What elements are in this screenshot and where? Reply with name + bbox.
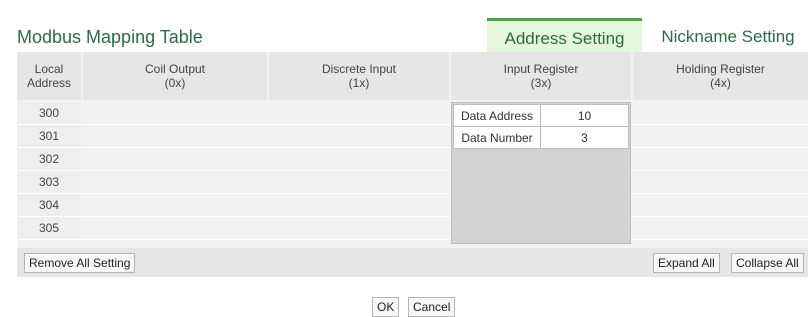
header-holding-register: Holding Register (4x) — [633, 52, 808, 100]
table-footer-bar: Remove All Setting Expand All Collapse A… — [17, 248, 808, 277]
discrete-input-cell[interactable] — [269, 194, 449, 216]
header-input-line1: Input Register — [503, 62, 579, 76]
header-local-line1: Local — [34, 62, 64, 76]
header-coil-line2: (0x) — [164, 76, 186, 90]
coil-output-cell[interactable] — [83, 125, 267, 147]
input-register-block[interactable]: Data Address 10 Data Number 3 — [451, 102, 631, 244]
data-address-value[interactable]: 10 — [540, 104, 629, 127]
header-holding-line1: Holding Register — [676, 62, 765, 76]
modbus-mapping-table: Local Address Coil Output (0x) Discrete … — [17, 52, 808, 277]
holding-register-cell[interactable] — [633, 194, 808, 216]
header-input-register: Input Register (3x) — [451, 52, 631, 100]
data-address-row: Data Address 10 — [453, 104, 629, 127]
tab-nickname-setting[interactable]: Nickname Setting — [648, 18, 808, 52]
ok-button[interactable]: OK — [372, 297, 400, 317]
collapse-all-button[interactable]: Collapse All — [731, 253, 804, 273]
coil-output-cell[interactable] — [83, 171, 267, 193]
holding-register-cell[interactable] — [633, 102, 808, 124]
table-row: 300 — [17, 102, 808, 125]
header-discrete-input: Discrete Input (1x) — [269, 52, 449, 100]
holding-register-cell[interactable] — [633, 148, 808, 170]
local-address-cell: 305 — [17, 217, 81, 239]
local-address-cell: 304 — [17, 194, 81, 216]
expand-all-button[interactable]: Expand All — [653, 253, 720, 273]
discrete-input-cell[interactable] — [269, 171, 449, 193]
header-coil-output: Coil Output (0x) — [83, 52, 267, 100]
header-coil-line1: Coil Output — [144, 62, 206, 76]
local-address-cell: 303 — [17, 171, 81, 193]
header-local-address: Local Address — [17, 52, 81, 100]
discrete-input-cell[interactable] — [269, 125, 449, 147]
header-local-line2: Address — [26, 76, 72, 90]
header-discrete-line2: (1x) — [348, 76, 370, 90]
holding-register-cell[interactable] — [633, 217, 808, 239]
tab-address-setting[interactable]: Address Setting — [487, 18, 642, 52]
data-address-label: Data Address — [453, 104, 541, 127]
cancel-button[interactable]: Cancel — [408, 297, 456, 317]
data-number-row: Data Number 3 — [453, 126, 629, 149]
header-input-line2: (3x) — [530, 76, 552, 90]
table-row: 304 — [17, 194, 808, 217]
holding-register-cell[interactable] — [633, 171, 808, 193]
data-number-label: Data Number — [453, 126, 541, 149]
table-row: 303 — [17, 171, 808, 194]
remove-all-setting-button[interactable]: Remove All Setting — [24, 253, 136, 273]
local-address-cell: 300 — [17, 102, 81, 124]
table-row: 302 — [17, 148, 808, 171]
discrete-input-cell[interactable] — [269, 148, 449, 170]
page-title: Modbus Mapping Table — [17, 27, 203, 47]
coil-output-cell[interactable] — [83, 194, 267, 216]
local-address-cell: 301 — [17, 125, 81, 147]
data-number-value[interactable]: 3 — [540, 126, 629, 149]
coil-output-cell[interactable] — [83, 102, 267, 124]
input-register-settings: Data Address 10 Data Number 3 — [453, 104, 629, 149]
table-row: 301 — [17, 125, 808, 148]
header-discrete-line1: Discrete Input — [321, 62, 397, 76]
discrete-input-cell[interactable] — [269, 217, 449, 239]
local-address-cell: 302 — [17, 148, 81, 170]
header-holding-line2: (4x) — [710, 76, 731, 90]
discrete-input-cell[interactable] — [269, 102, 449, 124]
holding-register-cell[interactable] — [633, 125, 808, 147]
address-rows: 300 301 302 303 304 305 — [17, 102, 808, 240]
table-row: 305 — [17, 217, 808, 240]
coil-output-cell[interactable] — [83, 148, 267, 170]
coil-output-cell[interactable] — [83, 217, 267, 239]
